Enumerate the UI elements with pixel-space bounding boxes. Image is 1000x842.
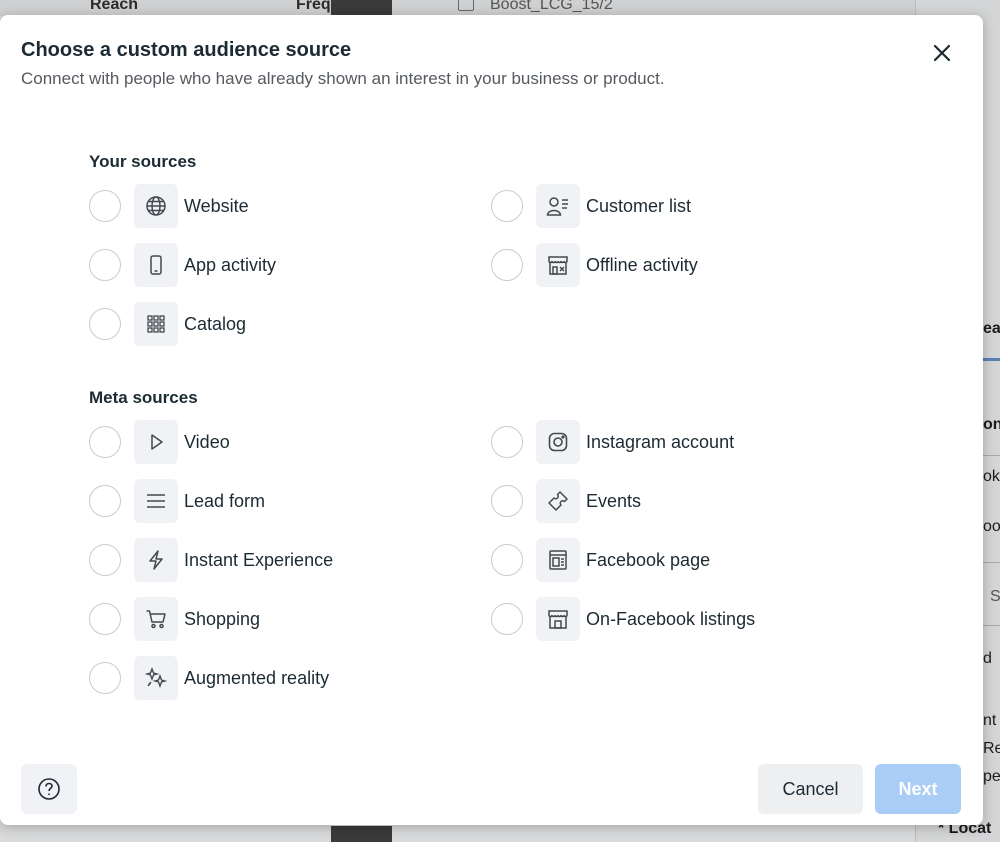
- background-fragment: S: [990, 588, 1000, 605]
- option-label: On-Facebook listings: [586, 608, 756, 629]
- radio-button[interactable]: [491, 426, 523, 458]
- option-catalog[interactable]: Catalog: [89, 301, 246, 347]
- radio-button[interactable]: [89, 426, 121, 458]
- option-label: Offline activity: [586, 254, 698, 275]
- option-augmented-reality[interactable]: Augmented reality: [89, 655, 329, 701]
- background-fragment: d: [983, 650, 992, 667]
- instagram-icon: [536, 420, 580, 464]
- option-label: Catalog: [184, 313, 247, 334]
- background-fragment: on: [983, 416, 1000, 433]
- background-tab-indicator: [983, 358, 1000, 361]
- mobile-phone-icon: [134, 243, 178, 287]
- background-divider: [331, 0, 392, 16]
- grid-icon: [134, 302, 178, 346]
- store-icon: [536, 243, 580, 287]
- option-label: Instagram account: [586, 431, 735, 452]
- radio-button[interactable]: [491, 190, 523, 222]
- option-label: Customer list: [586, 195, 692, 216]
- option-events[interactable]: Events: [491, 478, 641, 524]
- next-button[interactable]: Next: [875, 764, 961, 814]
- cart-icon: [134, 597, 178, 641]
- background-fragment: nt: [983, 712, 997, 729]
- background-fragment: pe: [983, 768, 1000, 785]
- help-icon: [37, 777, 61, 801]
- radio-button[interactable]: [491, 544, 523, 576]
- radio-button[interactable]: [89, 544, 121, 576]
- option-lead-form[interactable]: Lead form: [89, 478, 265, 524]
- background-divider-line: [983, 455, 1000, 456]
- cancel-button[interactable]: Cancel: [758, 764, 863, 814]
- play-icon: [134, 420, 178, 464]
- background-freq-column: Freq: [296, 0, 331, 13]
- sparkle-icon: [134, 656, 178, 700]
- option-label: Augmented reality: [184, 667, 330, 688]
- background-divider-line: [983, 562, 1000, 563]
- radio-button[interactable]: [491, 249, 523, 281]
- dialog-subtitle: Connect with people who have already sho…: [21, 69, 665, 88]
- dialog-title: Choose a custom audience source: [21, 39, 352, 61]
- lightning-icon: [134, 538, 178, 582]
- option-label: Events: [586, 490, 642, 511]
- option-label: Instant Experience: [184, 549, 334, 570]
- option-customer-list[interactable]: Customer list: [491, 183, 691, 229]
- option-label: Facebook page: [586, 549, 711, 570]
- radio-button[interactable]: [89, 485, 121, 517]
- radio-button[interactable]: [89, 249, 121, 281]
- background-reach-column: Reach: [90, 0, 139, 13]
- background-divider-line: [983, 625, 1000, 626]
- custom-audience-source-dialog: Choose a custom audience source Connect …: [0, 15, 983, 825]
- ticket-icon: [536, 479, 580, 523]
- page-icon: [536, 538, 580, 582]
- option-label: App activity: [184, 254, 277, 275]
- background-checkbox: [458, 0, 474, 11]
- radio-button[interactable]: [89, 308, 121, 340]
- your-sources-heading: Your sources: [89, 152, 197, 171]
- radio-button[interactable]: [89, 603, 121, 635]
- lines-icon: [134, 479, 178, 523]
- radio-button[interactable]: [491, 603, 523, 635]
- option-facebook-page[interactable]: Facebook page: [491, 537, 710, 583]
- help-button[interactable]: [21, 764, 77, 814]
- option-label: Shopping: [184, 608, 261, 629]
- option-label: Video: [184, 431, 230, 452]
- radio-button[interactable]: [491, 485, 523, 517]
- radio-button[interactable]: [89, 662, 121, 694]
- option-website[interactable]: Website: [89, 183, 249, 229]
- option-app-activity[interactable]: App activity: [89, 242, 276, 288]
- background-campaign-name: Boost_LCG_15/2: [490, 0, 613, 13]
- option-video[interactable]: Video: [89, 419, 230, 465]
- background-fragment: Re: [983, 740, 1000, 757]
- background-fragment: ok: [983, 468, 1000, 485]
- option-label: Website: [184, 195, 249, 216]
- background-fragment: oo: [983, 518, 1000, 535]
- option-offline-activity[interactable]: Offline activity: [491, 242, 698, 288]
- meta-sources-heading: Meta sources: [89, 388, 198, 407]
- close-button[interactable]: [926, 37, 958, 69]
- option-shopping[interactable]: Shopping: [89, 596, 260, 642]
- globe-icon: [134, 184, 178, 228]
- option-instagram-account[interactable]: Instagram account: [491, 419, 734, 465]
- background-fragment: ea: [983, 320, 1000, 337]
- option-label: Lead form: [184, 490, 266, 511]
- close-icon: [932, 43, 952, 63]
- shop-icon: [536, 597, 580, 641]
- option-instant-experience[interactable]: Instant Experience: [89, 537, 333, 583]
- contact-list-icon: [536, 184, 580, 228]
- background-divider: [331, 826, 392, 842]
- option-on-facebook-listings[interactable]: On-Facebook listings: [491, 596, 755, 642]
- radio-button[interactable]: [89, 190, 121, 222]
